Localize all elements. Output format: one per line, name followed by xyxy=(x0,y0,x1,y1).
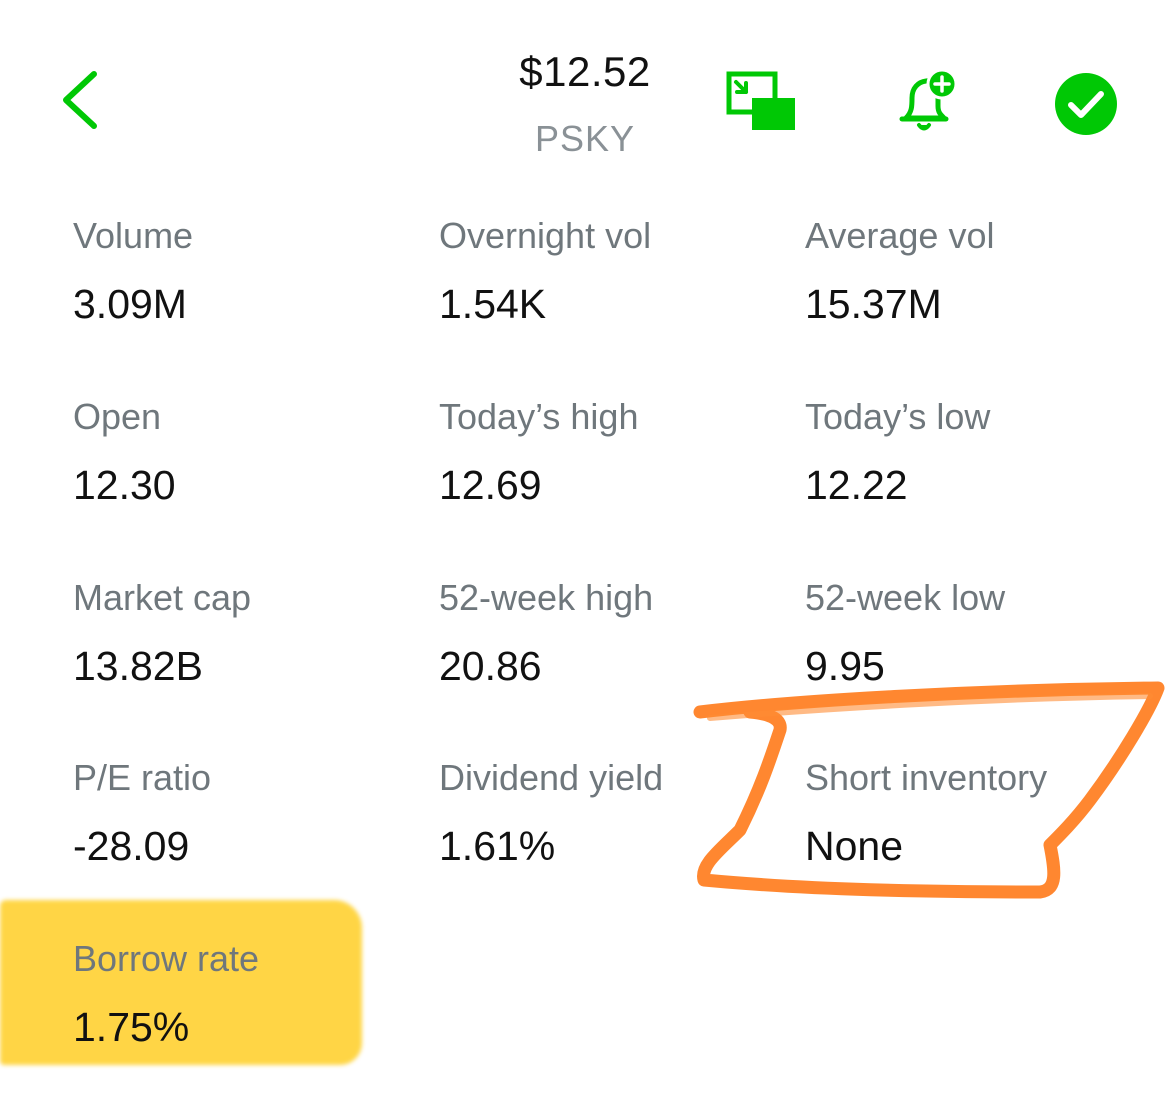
stat-label: Market cap xyxy=(73,577,252,618)
stat-todays-high: Today’s high 12.69 xyxy=(439,395,779,509)
picture-in-picture-icon xyxy=(726,71,795,130)
stat-overnight-vol: Overnight vol 1.54K xyxy=(439,214,779,328)
stat-value: 13.82B xyxy=(73,643,203,689)
check-circle-icon xyxy=(1055,73,1117,135)
stat-label: Borrow rate xyxy=(73,938,260,979)
header: $12.52 PSKY xyxy=(0,0,1170,190)
add-alert-button[interactable] xyxy=(892,66,964,138)
stat-label: P/E ratio xyxy=(73,757,212,798)
stat-open: Open 12.30 xyxy=(73,395,413,509)
stat-label: Today’s low xyxy=(805,396,991,437)
current-price: $12.52 xyxy=(519,48,651,95)
stat-value: 3.09M xyxy=(73,281,187,327)
stat-value: 12.22 xyxy=(805,462,908,508)
watchlist-button[interactable] xyxy=(1052,70,1120,138)
stat-label: 52-week high xyxy=(439,577,654,618)
stat-market-cap: Market cap 13.82B xyxy=(73,576,413,690)
stat-label: Average vol xyxy=(805,215,995,256)
stat-value: -28.09 xyxy=(73,823,190,869)
stat-borrow-rate: Borrow rate 1.75% xyxy=(73,937,413,1051)
ticker-symbol: PSKY xyxy=(534,118,636,159)
stat-value: 1.75% xyxy=(73,1004,190,1050)
stat-value: 15.37M xyxy=(805,281,942,327)
stat-todays-low: Today’s low 12.22 xyxy=(805,395,1145,509)
stat-label: Open xyxy=(73,396,162,437)
stat-label: Overnight vol xyxy=(439,215,652,256)
stat-volume: Volume 3.09M xyxy=(73,214,413,328)
stat-label: Volume xyxy=(73,215,194,256)
stat-value: 12.69 xyxy=(439,462,542,508)
stat-pe-ratio: P/E ratio -28.09 xyxy=(73,756,413,870)
stat-label: Today’s high xyxy=(439,396,639,437)
bell-plus-icon xyxy=(899,68,958,131)
picture-in-picture-button[interactable] xyxy=(722,68,802,138)
short-inventory-scribble xyxy=(693,681,1165,899)
stat-value: 1.54K xyxy=(439,281,547,327)
stat-label: 52-week low xyxy=(805,577,1006,618)
stat-value: 12.30 xyxy=(73,462,176,508)
stat-average-vol: Average vol 15.37M xyxy=(805,214,1145,328)
